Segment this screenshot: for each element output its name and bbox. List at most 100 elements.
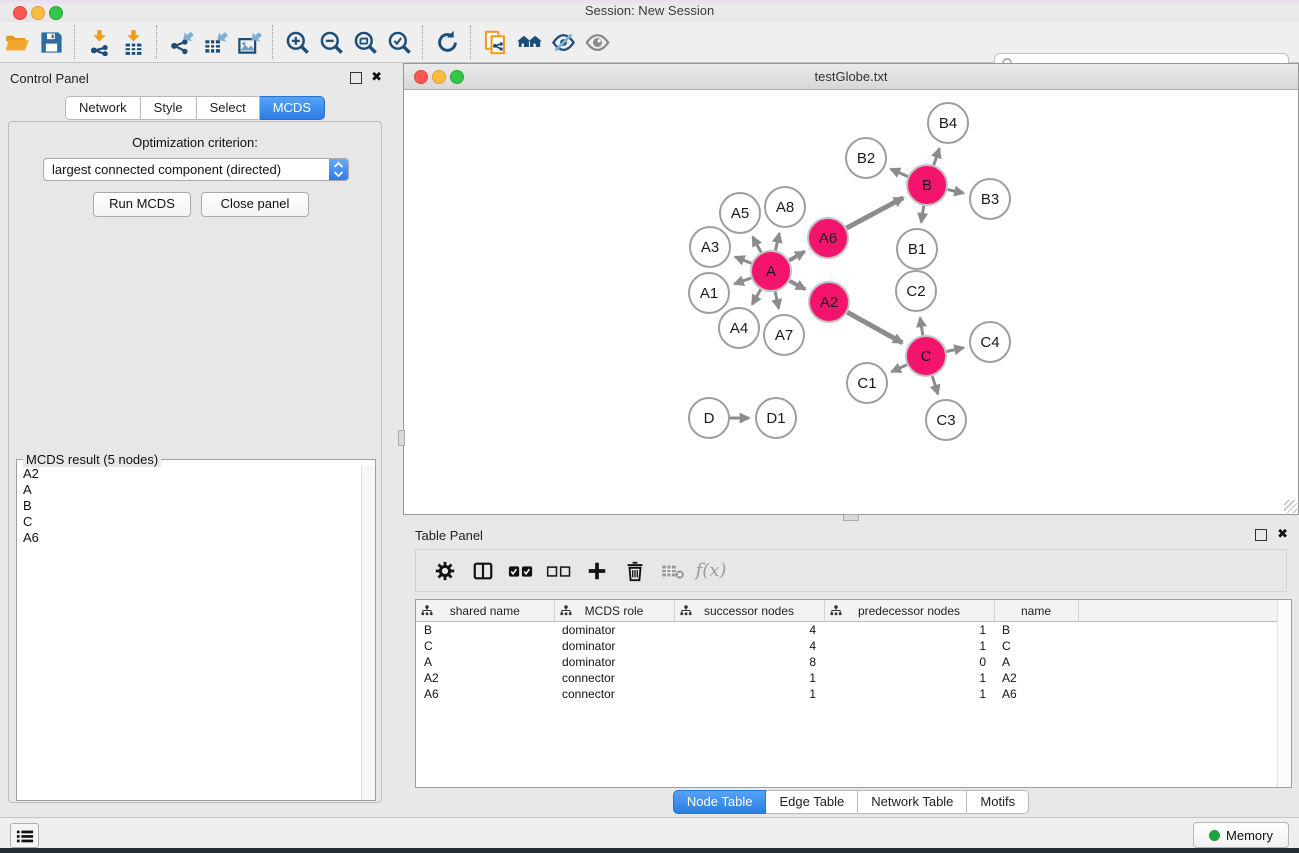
graph-edge-A-A2[interactable] bbox=[790, 281, 806, 289]
zoom-out-icon[interactable] bbox=[314, 26, 348, 58]
graph-node-B3[interactable]: B3 bbox=[970, 179, 1010, 219]
tab-select[interactable]: Select bbox=[197, 96, 260, 120]
show-details-icon[interactable] bbox=[580, 26, 614, 58]
table-cell[interactable]: A bbox=[416, 654, 554, 670]
graph-edge-A-A1[interactable] bbox=[734, 278, 751, 284]
float-panel-icon[interactable] bbox=[350, 72, 362, 84]
table-row[interactable]: Cdominator41C bbox=[416, 638, 1291, 654]
float-panel-icon[interactable] bbox=[1255, 529, 1267, 541]
result-list-item[interactable]: A6 bbox=[17, 530, 362, 546]
tab-edge-table[interactable]: Edge Table bbox=[766, 790, 858, 814]
graph-edge-A-A5[interactable] bbox=[753, 237, 761, 253]
table-row[interactable]: A2connector11A2 bbox=[416, 670, 1291, 686]
table-cell[interactable]: B bbox=[416, 622, 554, 639]
table-cell[interactable]: dominator bbox=[554, 622, 674, 639]
result-list-scrollbar[interactable] bbox=[361, 466, 375, 800]
result-list-item[interactable]: B bbox=[17, 498, 362, 514]
table-cell[interactable]: 1 bbox=[674, 686, 824, 702]
table-cell[interactable]: 1 bbox=[824, 670, 994, 686]
table-cell[interactable]: dominator bbox=[554, 654, 674, 670]
table-cell[interactable]: connector bbox=[554, 686, 674, 702]
graph-edge-A-A7[interactable] bbox=[775, 292, 778, 309]
column-header-mcds-role[interactable]: MCDS role bbox=[554, 600, 674, 622]
splitter-handle[interactable] bbox=[398, 430, 405, 446]
function-builder-icon[interactable]: f(x) bbox=[692, 554, 730, 588]
table-cell[interactable]: 4 bbox=[674, 622, 824, 639]
table-cell[interactable]: 1 bbox=[674, 670, 824, 686]
graph-node-C3[interactable]: C3 bbox=[926, 400, 966, 440]
column-header-successor-nodes[interactable]: successor nodes bbox=[674, 600, 824, 622]
graph-edge-C-C4[interactable] bbox=[947, 348, 964, 352]
home-panels-icon[interactable] bbox=[512, 26, 546, 58]
export-table-icon[interactable] bbox=[198, 26, 232, 58]
tab-style[interactable]: Style bbox=[141, 96, 197, 120]
panel-selector-button[interactable] bbox=[10, 823, 39, 848]
optimization-criterion-dropdown[interactable]: largest connected component (directed) bbox=[43, 158, 349, 181]
import-table-icon[interactable] bbox=[116, 26, 150, 58]
column-header-predecessor-nodes[interactable]: predecessor nodes bbox=[824, 600, 994, 622]
table-row[interactable]: Bdominator41B bbox=[416, 622, 1291, 639]
graph-edge-A-A3[interactable] bbox=[735, 257, 751, 263]
graph-edge-C-C2[interactable] bbox=[920, 318, 923, 336]
delete-table-icon[interactable] bbox=[654, 554, 692, 588]
graph-edge-B-B2[interactable] bbox=[891, 169, 908, 177]
table-cell[interactable]: A2 bbox=[416, 670, 554, 686]
graph-edge-A-A8[interactable] bbox=[775, 233, 779, 250]
table-cell[interactable]: 1 bbox=[824, 638, 994, 654]
graph-edge-B-B3[interactable] bbox=[947, 190, 963, 194]
column-header-shared-name[interactable]: shared name bbox=[416, 600, 554, 622]
close-panel-button[interactable]: Close panel bbox=[201, 192, 309, 217]
deselect-all-checkbox-icon[interactable] bbox=[540, 554, 578, 588]
table-scrollbar[interactable] bbox=[1277, 600, 1291, 787]
result-list-item[interactable]: C bbox=[17, 514, 362, 530]
close-panel-icon[interactable]: ✖ bbox=[371, 70, 382, 84]
graph-node-B4[interactable]: B4 bbox=[928, 103, 968, 143]
refresh-icon[interactable] bbox=[430, 26, 464, 58]
graph-node-C1[interactable]: C1 bbox=[847, 363, 887, 403]
export-network-icon[interactable] bbox=[164, 26, 198, 58]
table-cell[interactable]: 4 bbox=[674, 638, 824, 654]
zoom-selected-icon[interactable] bbox=[382, 26, 416, 58]
graph-node-C4[interactable]: C4 bbox=[970, 322, 1010, 362]
graph-node-C2[interactable]: C2 bbox=[896, 271, 936, 311]
memory-button[interactable]: Memory bbox=[1193, 822, 1289, 848]
window-resize-grip[interactable] bbox=[1284, 500, 1297, 513]
close-panel-icon[interactable]: ✖ bbox=[1277, 527, 1288, 541]
zoom-fit-icon[interactable] bbox=[348, 26, 382, 58]
table-cell[interactable]: C bbox=[416, 638, 554, 654]
table-cell[interactable]: connector bbox=[554, 670, 674, 686]
graph-node-A4[interactable]: A4 bbox=[719, 308, 759, 348]
zoom-in-icon[interactable] bbox=[280, 26, 314, 58]
tab-network[interactable]: Network bbox=[65, 96, 141, 120]
graph-node-A3[interactable]: A3 bbox=[690, 227, 730, 267]
table-cell[interactable]: 1 bbox=[824, 686, 994, 702]
column-layout-icon[interactable] bbox=[464, 554, 502, 588]
tab-network-table[interactable]: Network Table bbox=[858, 790, 967, 814]
duplicate-network-icon[interactable] bbox=[478, 26, 512, 58]
graph-node-A[interactable]: A bbox=[751, 251, 791, 291]
open-session-icon[interactable] bbox=[0, 26, 34, 58]
table-cell[interactable]: A bbox=[994, 654, 1078, 670]
graph-edge-C-C3[interactable] bbox=[932, 376, 938, 394]
tab-mcds[interactable]: MCDS bbox=[260, 96, 325, 120]
tab-motifs[interactable]: Motifs bbox=[967, 790, 1029, 814]
table-row[interactable]: Adominator80A bbox=[416, 654, 1291, 670]
table-row[interactable]: A6connector11A6 bbox=[416, 686, 1291, 702]
graph-node-A5[interactable]: A5 bbox=[720, 193, 760, 233]
delete-column-icon[interactable] bbox=[616, 554, 654, 588]
graph-node-B1[interactable]: B1 bbox=[897, 229, 937, 269]
table-cell[interactable]: 0 bbox=[824, 654, 994, 670]
table-cell[interactable]: A6 bbox=[416, 686, 554, 702]
graph-edge-A-A4[interactable] bbox=[752, 289, 761, 304]
save-session-icon[interactable] bbox=[34, 26, 68, 58]
select-all-checkbox-icon[interactable] bbox=[502, 554, 540, 588]
add-column-icon[interactable] bbox=[578, 554, 616, 588]
graph-edge-A2-C[interactable] bbox=[847, 312, 902, 343]
settings-gear-icon[interactable] bbox=[426, 554, 464, 588]
export-image-icon[interactable] bbox=[232, 26, 266, 58]
graph-node-A2[interactable]: A2 bbox=[809, 282, 849, 322]
table-cell[interactable]: dominator bbox=[554, 638, 674, 654]
network-canvas[interactable]: AA1A2A3A4A5A6A7A8BB1B2B3B4CC1C2C3C4DD1 bbox=[404, 90, 1296, 512]
graph-node-D1[interactable]: D1 bbox=[756, 398, 796, 438]
import-network-icon[interactable] bbox=[82, 26, 116, 58]
